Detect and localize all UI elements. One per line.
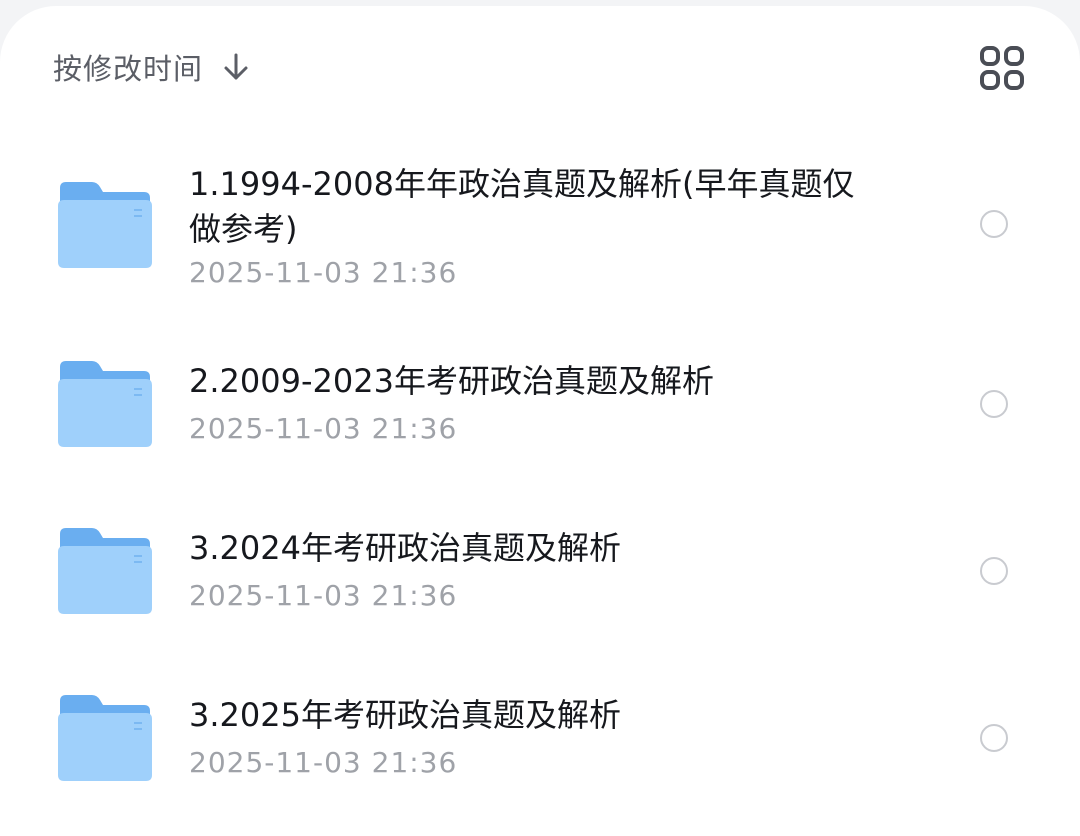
grid-view-icon[interactable] bbox=[977, 44, 1027, 94]
arrow-down-icon bbox=[221, 52, 251, 82]
select-radio[interactable] bbox=[980, 390, 1008, 418]
file-row[interactable]: 1.1994-2008年年政治真题及解析(早年真题仅做参考) 2025-11-0… bbox=[0, 150, 1080, 310]
file-row[interactable]: 3.2025年考研政治真题及解析 2025-11-03 21:36 bbox=[0, 679, 1080, 799]
folder-icon bbox=[56, 359, 152, 447]
folder-icon bbox=[56, 693, 152, 781]
select-radio[interactable] bbox=[980, 557, 1008, 585]
file-modified-time: 2025-11-03 21:36 bbox=[189, 256, 458, 289]
sort-label: 按修改时间 bbox=[53, 52, 204, 86]
file-row[interactable]: 2.2009-2023年考研政治真题及解析 2025-11-03 21:36 bbox=[0, 345, 1080, 465]
file-modified-time: 2025-11-03 21:36 bbox=[189, 579, 458, 612]
file-modified-time: 2025-11-03 21:36 bbox=[189, 746, 458, 779]
select-radio[interactable] bbox=[980, 210, 1008, 238]
file-row[interactable]: 3.2024年考研政治真题及解析 2025-11-03 21:36 bbox=[0, 512, 1080, 632]
select-radio[interactable] bbox=[980, 724, 1008, 752]
file-name: 1.1994-2008年年政治真题及解析(早年真题仅做参考) bbox=[189, 165, 855, 248]
folder-icon bbox=[56, 180, 152, 268]
folder-icon bbox=[56, 526, 152, 614]
sort-by-modified-button[interactable]: 按修改时间 bbox=[53, 44, 251, 90]
file-name: 3.2025年考研政治真题及解析 bbox=[189, 696, 621, 734]
file-name: 3.2024年考研政治真题及解析 bbox=[189, 529, 621, 567]
file-name: 2.2009-2023年考研政治真题及解析 bbox=[189, 362, 714, 400]
file-modified-time: 2025-11-03 21:36 bbox=[189, 412, 458, 445]
